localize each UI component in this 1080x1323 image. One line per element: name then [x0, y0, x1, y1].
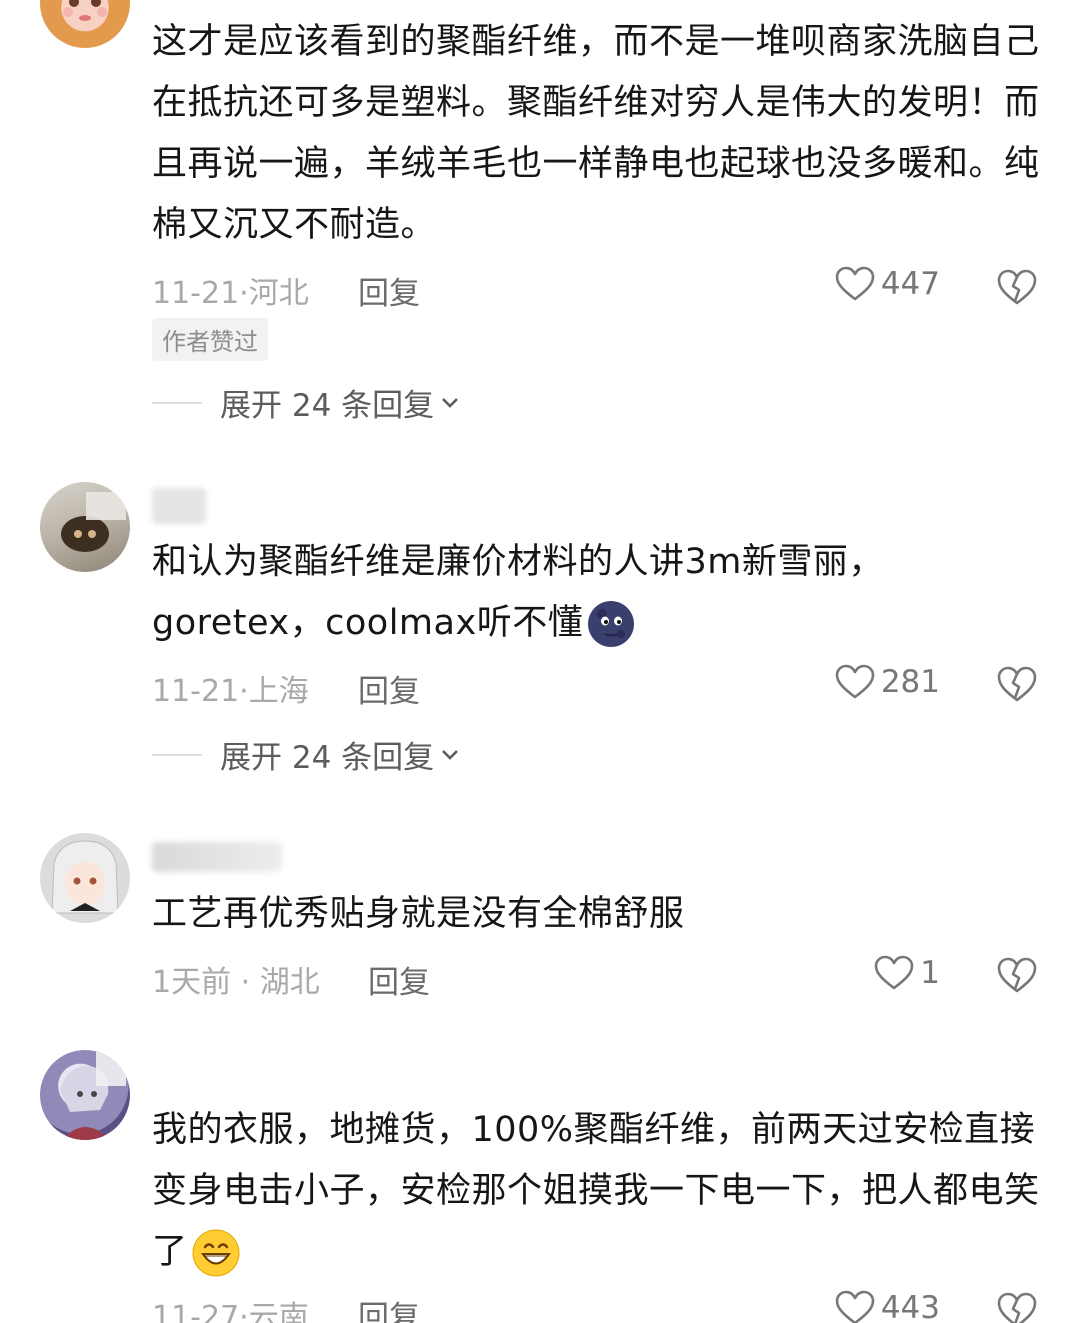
like-count: 443 [880, 1290, 940, 1323]
expand-replies-button[interactable]: 展开 24 条回复 [152, 380, 460, 425]
like-button[interactable]: 281 [835, 664, 940, 700]
username-blurred [152, 488, 206, 524]
heart-icon [874, 955, 914, 990]
new-moon-face-icon [588, 601, 635, 647]
like-button[interactable]: 443 [835, 1290, 940, 1323]
heart-icon [835, 266, 875, 301]
divider-line [152, 401, 202, 404]
avatar[interactable] [40, 1050, 130, 1140]
comment-text-content: 我的衣服，地摊货，100%聚酯纤维，前两天过安检直接变身电击小子，安检那个姐摸我… [152, 1110, 1040, 1272]
broken-heart-icon[interactable] [996, 268, 1038, 306]
avatar-anime-boy-icon [60, 1052, 126, 1140]
expand-replies-button[interactable]: 展开 24 条回复 [152, 732, 460, 777]
reply-button[interactable]: 回复 [368, 957, 430, 1002]
heart-icon [835, 1290, 875, 1323]
avatar[interactable] [40, 833, 130, 923]
like-count: 1 [920, 955, 940, 991]
comment-text-content: 和认为聚酯纤维是廉价材料的人讲3m新雪丽，goretex，coolmax听不懂 [152, 542, 884, 643]
grinning-face-icon [192, 1229, 240, 1277]
username-blurred [152, 842, 282, 872]
broken-heart-icon[interactable] [996, 665, 1038, 703]
comment-date-location: 1天前 · 湖北 [152, 965, 320, 1000]
comment-text: 这才是应该看到的聚酯纤维，而不是一堆呗商家洗脑自己在抵抗还可多是塑料。聚酯纤维对… [152, 22, 1040, 245]
author-liked-badge: 作者赞过 [152, 318, 268, 361]
expand-replies-label: 展开 24 条回复 [220, 740, 435, 776]
reply-button[interactable]: 回复 [358, 1292, 420, 1323]
comment-text: 工艺再优秀贴身就是没有全棉舒服 [152, 894, 685, 934]
broken-heart-icon[interactable] [996, 956, 1038, 994]
reply-button[interactable]: 回复 [358, 268, 420, 313]
expand-replies-label: 展开 24 条回复 [220, 388, 435, 424]
chevron-down-icon [442, 749, 459, 760]
like-count: 447 [880, 266, 940, 302]
broken-heart-icon[interactable] [996, 1291, 1038, 1323]
like-button[interactable]: 447 [835, 266, 940, 302]
avatar-anime-girl-icon [63, 0, 107, 21]
avatar-anime-girl-icon [51, 840, 119, 914]
heart-icon [835, 664, 875, 699]
comment-text: 我的衣服，地摊货，100%聚酯纤维，前两天过安检直接变身电击小子，安检那个姐摸我… [152, 1100, 1042, 1283]
comment-date-location: 11-27·云南 [152, 1300, 309, 1323]
divider-line [152, 753, 202, 756]
avatar[interactable] [40, 0, 130, 48]
reply-button[interactable]: 回复 [358, 666, 420, 711]
avatar[interactable] [40, 482, 130, 572]
comment-text: 和认为聚酯纤维是廉价材料的人讲3m新雪丽，goretex，coolmax听不懂 [152, 532, 1042, 654]
like-button[interactable]: 1 [874, 955, 940, 991]
avatar-photo-icon [61, 492, 126, 552]
chevron-down-icon [442, 397, 459, 408]
like-count: 281 [880, 664, 940, 700]
comment-date-location: 11-21·河北 [152, 276, 309, 311]
comment-date-location: 11-21·上海 [152, 674, 309, 709]
